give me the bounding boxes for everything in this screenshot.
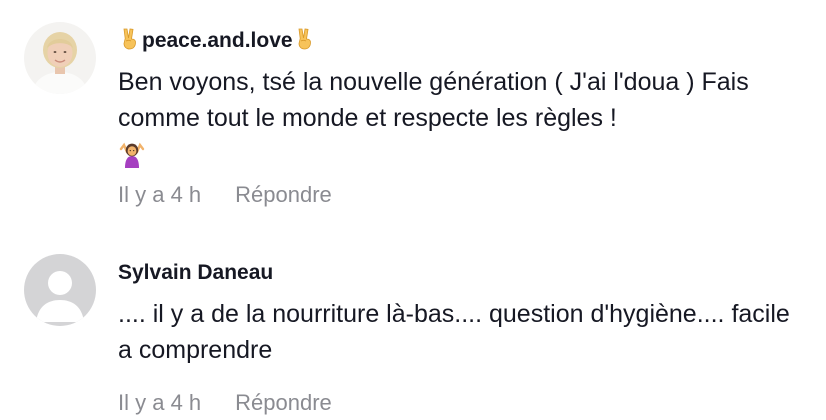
reply-button[interactable]: Répondre [235,182,332,208]
comment-body: Sylvain Daneau .... il y a de la nourrit… [118,260,810,416]
reply-button[interactable]: Répondre [235,390,332,416]
victory-hand-icon [123,28,136,50]
comment-text-content: Ben voyons, tsé la nouvelle génération (… [118,68,749,132]
username-text: peace.and.love [142,29,293,52]
comment-timestamp: Il y a 4 h [118,390,202,415]
user-avatar[interactable] [24,22,96,94]
comment-timestamp: Il y a 4 h [118,182,202,207]
comment-text: .... il y a de la nourriture là-bas.... … [118,300,790,364]
comment-meta: Il y a 4 h Répondre [118,182,810,208]
person-shrugging-icon [119,142,145,168]
comment-meta: Il y a 4 h Répondre [118,390,810,416]
comment-text: Ben voyons, tsé la nouvelle génération (… [118,64,808,168]
victory-hand-icon [298,28,311,50]
comment-body: peace.and.love Ben voyons, tsé la nouvel… [118,27,810,208]
comment-username[interactable]: Sylvain Daneau [118,260,810,286]
user-avatar[interactable] [24,254,96,326]
default-avatar-icon [24,254,96,326]
profile-photo-icon [24,22,96,94]
comment-item: peace.and.love Ben voyons, tsé la nouvel… [0,0,826,240]
comment-item: Sylvain Daneau .... il y a de la nourrit… [0,240,826,420]
comment-username[interactable]: peace.and.love [118,27,810,54]
